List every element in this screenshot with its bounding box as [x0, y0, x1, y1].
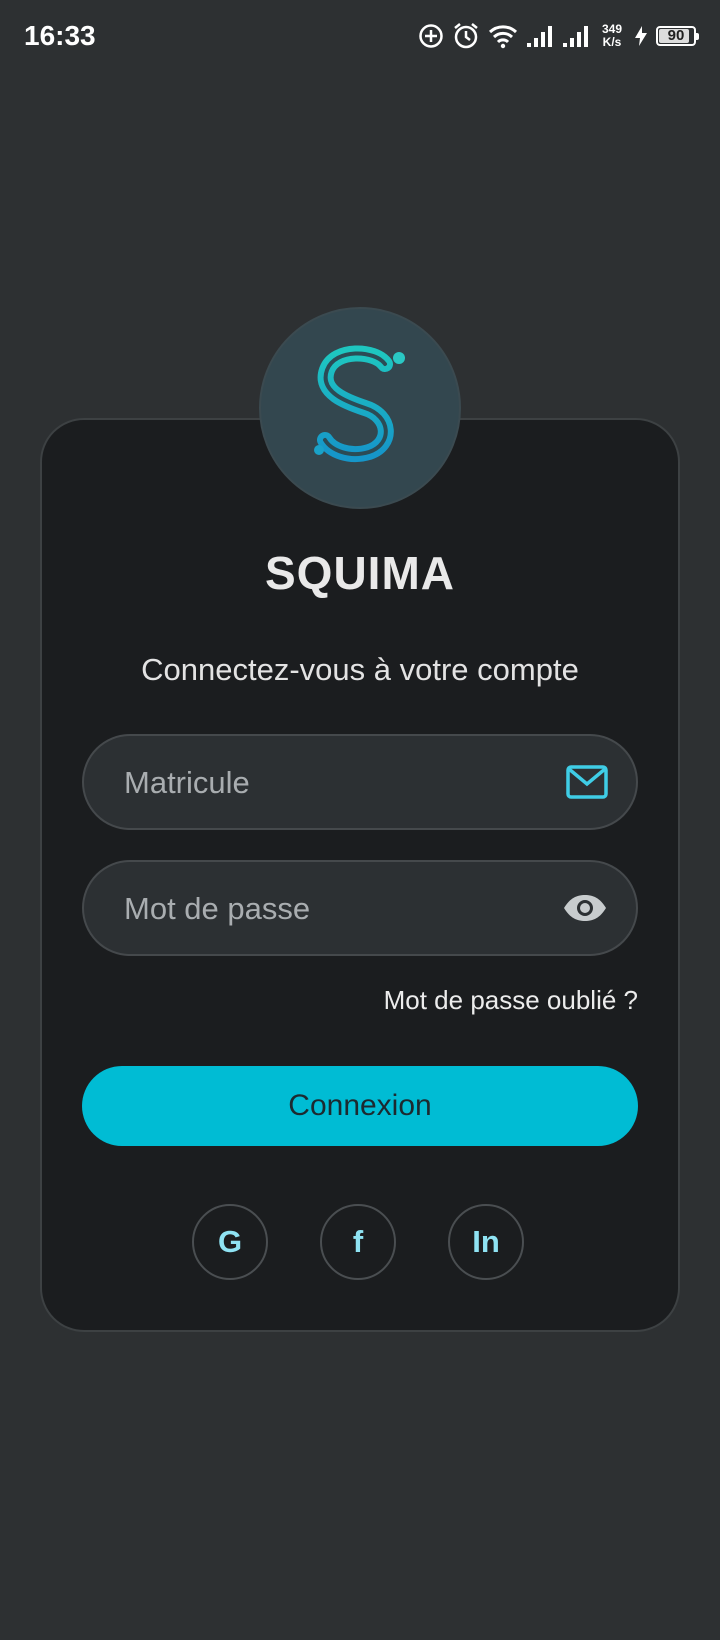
google-login-button[interactable]: G — [192, 1204, 268, 1280]
linkedin-icon: In — [472, 1224, 500, 1259]
signal-icon — [562, 24, 590, 48]
network-speed-unit: K/s — [602, 35, 622, 49]
battery-level: 90 — [667, 27, 685, 44]
matricule-field[interactable] — [82, 734, 638, 830]
password-field[interactable] — [82, 860, 638, 956]
facebook-icon: f — [352, 1224, 364, 1259]
alarm-icon — [452, 22, 480, 50]
wifi-icon — [488, 23, 518, 49]
forgot-password-link[interactable]: Mot de passe oublié ? — [384, 985, 638, 1016]
network-speed: 349 K/s — [598, 23, 626, 49]
signal-icon — [526, 24, 554, 48]
matricule-input[interactable] — [122, 736, 546, 830]
google-icon: G — [217, 1224, 243, 1259]
password-input[interactable] — [122, 862, 546, 956]
status-icons: 349 K/s 90 — [418, 20, 699, 52]
linkedin-login-button[interactable]: In — [448, 1204, 524, 1280]
eye-icon[interactable] — [562, 893, 608, 923]
facebook-login-button[interactable]: f — [320, 1204, 396, 1280]
login-subtitle: Connectez-vous à votre compte — [141, 652, 579, 687]
status-time: 16:33 — [24, 20, 96, 51]
s-logo-icon — [305, 336, 415, 481]
battery-icon: 90 — [656, 26, 699, 46]
status-bar: 16:33 349 K/s 90 — [0, 0, 720, 72]
login-button[interactable]: Connexion — [82, 1066, 638, 1146]
logo-badge — [259, 307, 461, 509]
mail-icon — [566, 765, 608, 799]
data-saver-icon — [418, 23, 444, 49]
app-title: SQUIMA — [265, 547, 455, 599]
charging-icon — [634, 25, 648, 47]
